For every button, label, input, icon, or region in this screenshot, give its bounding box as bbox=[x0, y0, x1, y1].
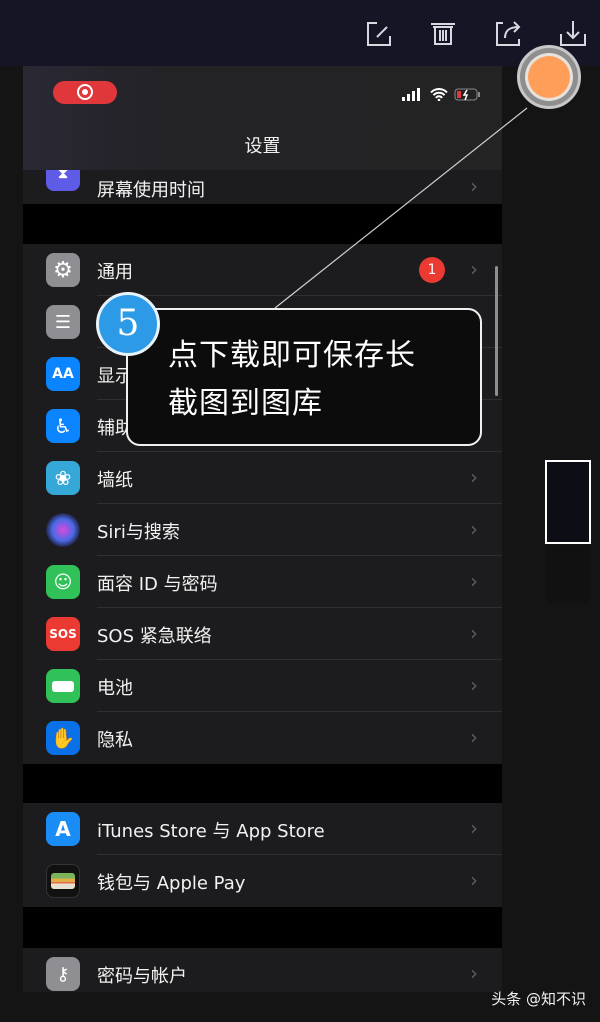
settings-item-label: 电池 bbox=[97, 678, 133, 699]
settings-item-app-store[interactable]: A iTunes Store 与 App Store › bbox=[23, 803, 502, 855]
chevron-right-icon: › bbox=[470, 517, 478, 541]
settings-item-label: 墙纸 bbox=[97, 470, 133, 491]
key-icon: ⚷ bbox=[46, 957, 80, 991]
chevron-right-icon: › bbox=[470, 725, 478, 749]
share-icon bbox=[496, 21, 521, 46]
text-size-icon: AA bbox=[46, 357, 80, 391]
delete-button[interactable] bbox=[428, 18, 458, 48]
touch-indicator bbox=[517, 45, 581, 109]
settings-item-siri[interactable]: Siri与搜索 › bbox=[23, 504, 502, 556]
battery-charging-icon bbox=[454, 88, 480, 101]
notification-badge: 1 bbox=[419, 257, 445, 283]
settings-item-general[interactable]: ⚙ 通用 1 › bbox=[23, 244, 502, 296]
accessibility-icon: ♿ bbox=[46, 409, 80, 443]
settings-item-label: 通用 bbox=[97, 262, 133, 283]
wallet-icon bbox=[46, 864, 80, 898]
thumbnail-preview-rest bbox=[547, 545, 589, 603]
face-id-icon: ☺ bbox=[46, 565, 80, 599]
toggles-icon: ☰ bbox=[46, 305, 80, 339]
chevron-right-icon: › bbox=[470, 174, 478, 198]
hand-icon: ✋ bbox=[46, 721, 80, 755]
settings-item-battery[interactable]: 电池 › bbox=[23, 660, 502, 712]
chevron-right-icon: › bbox=[470, 569, 478, 593]
settings-item-passwords[interactable]: ⚷ 密码与帐户 › bbox=[23, 948, 502, 992]
trash-icon bbox=[431, 23, 455, 45]
edit-icon bbox=[367, 22, 391, 46]
chevron-right-icon: › bbox=[470, 868, 478, 892]
phone-screenshot: 设置 ⧗ 屏幕使用时间 › ⚙ 通用 1 › ☰ 控制中心 › AA 显示与亮度… bbox=[23, 66, 502, 992]
screenshot-editor-toolbar bbox=[0, 0, 600, 66]
battery-icon bbox=[46, 669, 80, 703]
settings-item-label: 密码与帐户 bbox=[97, 966, 187, 987]
settings-item-label: 隐私 bbox=[97, 730, 133, 751]
share-button[interactable] bbox=[494, 18, 524, 48]
flower-icon: ❀ bbox=[46, 461, 80, 495]
nav-header: 设置 bbox=[23, 66, 502, 170]
annotation-line-2: 截图到图库 bbox=[168, 386, 323, 421]
chevron-right-icon: › bbox=[470, 465, 478, 489]
long-screenshot-thumbnail[interactable] bbox=[545, 460, 591, 544]
settings-item-label: 屏幕使用时间 bbox=[97, 180, 205, 201]
chevron-right-icon: › bbox=[470, 257, 478, 281]
settings-item-face-id[interactable]: ☺ 面容 ID 与密码 › bbox=[23, 556, 502, 608]
settings-item-label: Siri与搜索 bbox=[97, 522, 180, 543]
record-icon bbox=[77, 84, 93, 100]
chevron-right-icon: › bbox=[470, 961, 478, 985]
app-store-icon: A bbox=[46, 812, 80, 846]
status-bar bbox=[402, 88, 482, 101]
settings-item-label: 钱包与 Apple Pay bbox=[97, 873, 246, 894]
wifi-icon bbox=[430, 88, 448, 101]
settings-item-label: 面容 ID 与密码 bbox=[97, 574, 218, 595]
chevron-right-icon: › bbox=[470, 816, 478, 840]
sos-icon: SOS bbox=[46, 617, 80, 651]
watermark: 头条 @知不识 bbox=[491, 990, 586, 1008]
download-icon bbox=[560, 21, 586, 46]
settings-item-label: iTunes Store 与 App Store bbox=[97, 821, 325, 842]
settings-item-privacy[interactable]: ✋ 隐私 › bbox=[23, 712, 502, 764]
page-title: 设置 bbox=[244, 136, 281, 157]
settings-item-wallet[interactable]: 钱包与 Apple Pay › bbox=[23, 855, 502, 907]
gear-icon: ⚙ bbox=[46, 253, 80, 287]
edit-button[interactable] bbox=[364, 18, 394, 48]
scrollbar[interactable] bbox=[495, 266, 498, 396]
signal-icon bbox=[402, 88, 420, 101]
chevron-right-icon: › bbox=[470, 673, 478, 697]
settings-item-sos[interactable]: SOS SOS 紧急联络 › bbox=[23, 608, 502, 660]
annotation-text: 点下载即可保存长 截图到图库 bbox=[168, 332, 416, 428]
chevron-right-icon: › bbox=[470, 621, 478, 645]
settings-item-wallpaper[interactable]: ❀ 墙纸 › bbox=[23, 452, 502, 504]
siri-icon bbox=[46, 513, 80, 547]
settings-item-label: SOS 紧急联络 bbox=[97, 626, 212, 647]
screen-recording-indicator[interactable] bbox=[53, 81, 117, 104]
step-number-badge: 5 bbox=[96, 292, 160, 356]
annotation-callout: 点下载即可保存长 截图到图库 bbox=[126, 308, 482, 446]
download-button[interactable] bbox=[558, 18, 588, 48]
annotation-line-1: 点下载即可保存长 bbox=[168, 338, 416, 373]
